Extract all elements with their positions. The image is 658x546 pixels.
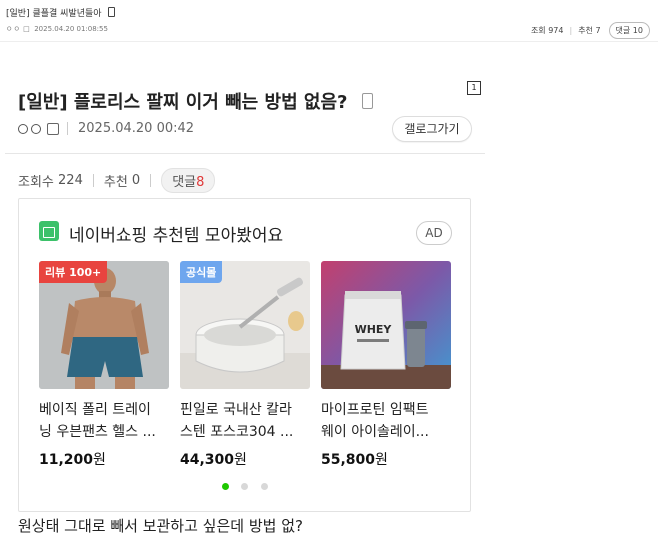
product-price: 44,300원: [180, 449, 247, 469]
price-value: 55,800: [321, 452, 376, 468]
mobile-icon: [108, 7, 116, 17]
gallog-button[interactable]: 갤로그가기: [392, 116, 472, 142]
meta-separator: [67, 122, 68, 135]
page-number-badge: 1: [467, 81, 481, 95]
product-image-pot[interactable]: 공식몰: [180, 261, 310, 389]
outer-post-title-text[interactable]: [일반] 클플결 씨발년들아: [6, 9, 102, 19]
product-name-line: 베이직 폴리 트레이: [39, 402, 151, 418]
price-currency: 원: [375, 452, 388, 468]
post-body-text: 원상태 그대로 빼서 보관하고 싶은데 방법 없?: [18, 517, 303, 535]
shopping-ad-card[interactable]: 네이버쇼핑 추천템 모아봤어요 AD 리뷰 100+ 베이직 폴리 트레이 닝 …: [18, 198, 471, 512]
product-tag: 공식몰: [180, 261, 223, 283]
carousel-dot-1[interactable]: [222, 483, 229, 490]
comments-count: 8: [196, 175, 205, 190]
stats-separator: |: [569, 26, 573, 35]
post-title: [일반] 플로리스 팔찌 이거 빼는 방법 없음?: [18, 88, 373, 114]
product-name-line: 마이프로틴 임팩트: [321, 402, 429, 418]
outer-post-author-box-icon: □: [23, 25, 30, 33]
comments-label: 댓글: [172, 175, 197, 190]
product-label-text: WHEY: [355, 323, 393, 336]
ad-title[interactable]: 네이버쇼핑 추천템 모아봤어요: [69, 221, 283, 246]
price-value: 11,200: [39, 452, 94, 468]
naver-shopping-logo-icon: [39, 221, 59, 241]
comments-button[interactable]: 댓글8: [161, 168, 216, 193]
product-name-line: 스텐 포스코304 ...: [180, 424, 294, 440]
product-image-shorts[interactable]: 리뷰 100+: [39, 261, 169, 389]
views-value: 224: [58, 173, 83, 188]
post-datetime: 2025.04.20 00:42: [78, 121, 195, 136]
product-name-line: 핀일로 국내산 칼라: [180, 402, 292, 418]
views-label: 조회수: [18, 175, 54, 190]
post-meta: 2025.04.20 00:42: [18, 121, 194, 136]
price-currency: 원: [93, 452, 106, 468]
outer-post-datetime: 2025.04.20 01:08:55: [34, 25, 108, 33]
stats-separator: [92, 174, 94, 187]
outer-post-author[interactable]: ㅇㅇ: [6, 25, 21, 33]
recommend-value: 0: [131, 173, 141, 188]
product-name[interactable]: 마이프로틴 임팩트 웨이 아이솔레이...: [321, 399, 457, 443]
product-tag: 리뷰 100+: [39, 261, 108, 283]
product-photo: WHEY: [321, 261, 451, 389]
header-divider: [0, 41, 658, 42]
post-title-text: [일반] 플로리스 팔찌 이거 빼는 방법 없음?: [18, 92, 348, 113]
outer-post-comments-button[interactable]: 댓글 10: [608, 22, 650, 39]
outer-post-stats: 조회 974 | 추천 7 댓글 10: [531, 22, 650, 39]
product-price: 11,200원: [39, 449, 106, 469]
author-badge-icon[interactable]: [47, 122, 59, 135]
carousel-dot-3[interactable]: [261, 483, 268, 490]
outer-post-recommend: 추천 7: [578, 26, 601, 35]
price-value: 44,300: [180, 452, 235, 468]
outer-post-title[interactable]: [일반] 클플결 씨발년들아: [6, 6, 116, 19]
author-circle-icon: [18, 123, 28, 134]
outer-post-views: 조회 974: [530, 26, 564, 35]
product-name-line: 닝 우븐팬츠 헬스 ...: [39, 424, 156, 440]
mobile-icon: [361, 93, 373, 109]
carousel-dot-2[interactable]: [241, 483, 248, 490]
price-currency: 원: [234, 452, 247, 468]
post-divider: [5, 153, 485, 154]
product-name-line: 웨이 아이솔레이...: [321, 424, 429, 440]
product-name[interactable]: 베이직 폴리 트레이 닝 우븐팬츠 헬스 ...: [39, 399, 175, 443]
author-circle-icon: [31, 123, 41, 134]
ad-badge[interactable]: AD: [416, 221, 452, 245]
post-stats: 조회수 224 추천 0 댓글8: [18, 168, 216, 193]
product-price: 55,800원: [321, 449, 388, 469]
outer-post-meta: ㅇㅇ □ 2025.04.20 01:08:55: [6, 24, 108, 34]
recommend-label: 추천: [103, 175, 128, 190]
stats-separator: [150, 174, 152, 187]
product-image-whey[interactable]: WHEY: [321, 261, 451, 389]
product-name[interactable]: 핀일로 국내산 칼라 스텐 포스코304 ...: [180, 399, 316, 443]
